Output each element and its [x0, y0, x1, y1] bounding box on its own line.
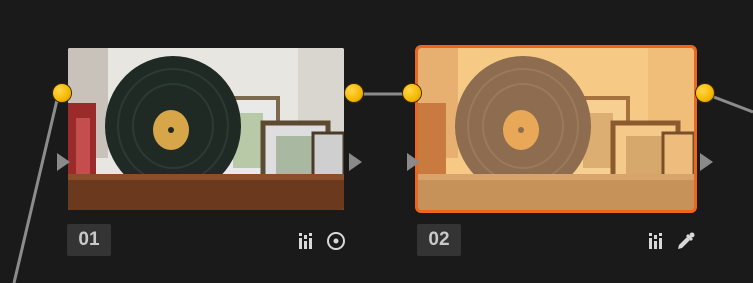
node-tools	[648, 230, 696, 252]
node-thumbnail[interactable]	[68, 48, 344, 210]
corrector-node-02[interactable]: 02	[410, 44, 700, 274]
node-02-output-arrow[interactable]	[700, 153, 713, 171]
node-graph-canvas[interactable]: 01 02	[0, 0, 753, 283]
circle-target-icon	[327, 232, 345, 250]
node-01-input-dot[interactable]	[53, 84, 71, 102]
node-01-output-arrow[interactable]	[349, 153, 362, 171]
input-connection-line[interactable]	[12, 99, 59, 283]
node-01-output-dot[interactable]	[345, 84, 363, 102]
thumbnail-image	[418, 48, 694, 210]
node-tools	[298, 230, 346, 252]
node-01-input-arrow[interactable]	[57, 153, 70, 171]
corrector-node-01[interactable]: 01	[60, 44, 350, 274]
node-02-input-arrow[interactable]	[407, 153, 420, 171]
node-02-input-dot[interactable]	[403, 84, 421, 102]
node-thumbnail[interactable]	[415, 45, 697, 213]
eyedropper-icon	[678, 232, 695, 249]
histogram-icon	[649, 233, 662, 249]
node-number: 01	[67, 224, 111, 256]
histogram-icon	[299, 233, 312, 249]
node-02-output-dot[interactable]	[696, 84, 714, 102]
thumbnail-image	[68, 48, 344, 210]
node-number: 02	[417, 224, 461, 256]
